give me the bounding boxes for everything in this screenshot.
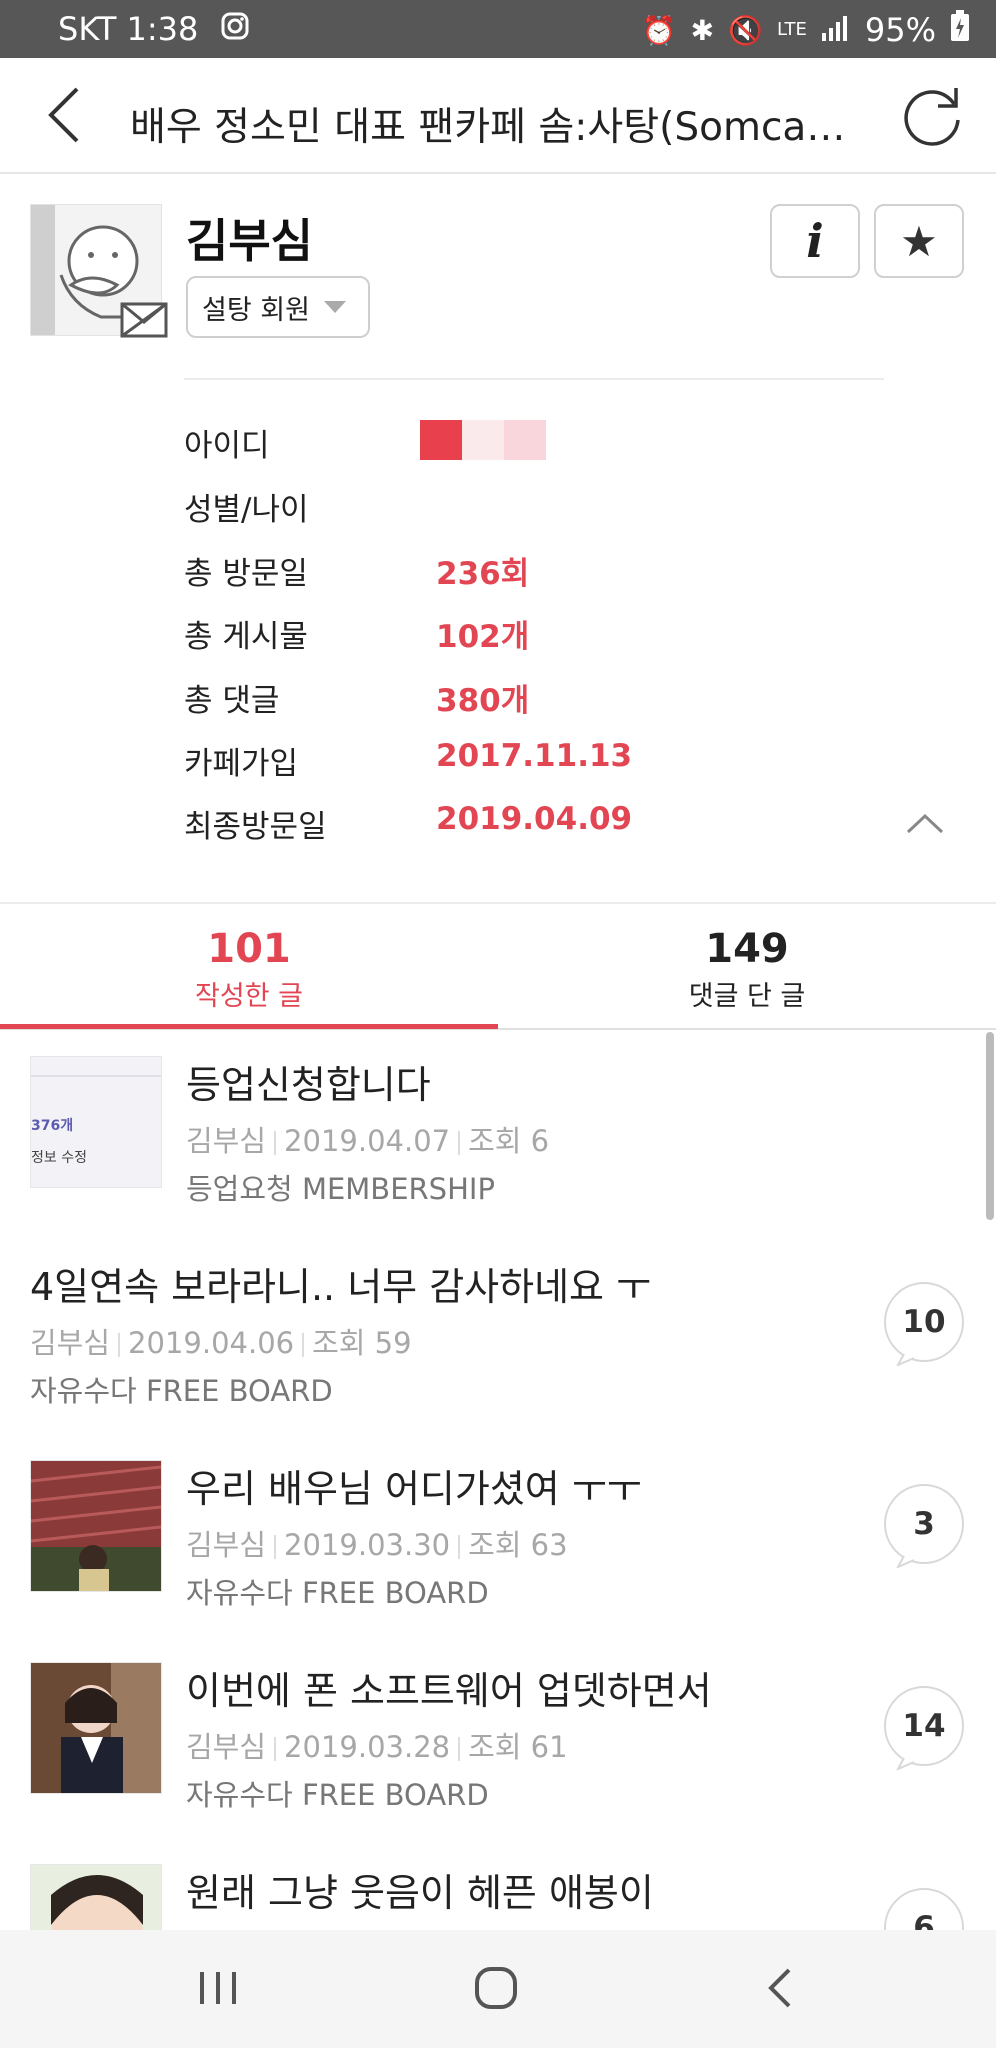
post-date: 2019.03.30 xyxy=(284,1528,451,1562)
post-board: 자유수다 FREE BOARD xyxy=(186,1778,489,1812)
comment-count-bubble[interactable]: 14 xyxy=(882,1686,966,1772)
tab-commented-posts[interactable]: 149 댓글 단 글 xyxy=(498,910,996,1026)
member-grade-label: 설탕 회원 xyxy=(202,294,310,326)
info-value-last-visit: 2019.04.09 xyxy=(436,801,633,837)
info-label-last-visit: 최종방문일 xyxy=(184,809,327,845)
divider xyxy=(184,378,884,380)
post-author: 김부심 xyxy=(186,1124,267,1158)
post-author: 김부심 xyxy=(30,1326,111,1360)
post-meta: 김부심 2019.04.07 조회 6 xyxy=(186,1118,549,1160)
post-meta: 김부심 2019.03.30 조회 63 xyxy=(186,1522,568,1564)
info-label-joined: 카페가입 xyxy=(184,746,299,782)
chevron-left-icon xyxy=(768,1968,791,2008)
info-value-posts: 102개 xyxy=(436,619,530,655)
post-date: 2019.03.28 xyxy=(284,1730,451,1764)
post-board: 등업요청 MEMBERSHIP xyxy=(186,1172,495,1206)
post-title: 등업신청합니다 xyxy=(186,1063,431,1107)
post-thumbnail xyxy=(30,1460,162,1592)
info-label-id: 아이디 xyxy=(184,428,270,464)
chevron-left-icon xyxy=(48,87,79,143)
caret-down-icon xyxy=(323,301,346,313)
info-value-comments: 380개 xyxy=(436,683,530,719)
post-meta: 김부심 2019.03.28 조회 61 xyxy=(186,1724,568,1766)
info-value-visits: 236회 xyxy=(436,556,530,592)
message-icon[interactable] xyxy=(118,298,170,342)
list-item[interactable]: 우리 배우님 어디가셨여 ㅜㅜ 김부심 2019.03.30 조회 63 자유수다 … xyxy=(0,1434,996,1638)
member-grade-dropdown[interactable]: 설탕 회원 xyxy=(186,276,370,338)
app-bar: 배우 정소민 대표 팬카페 솜:사탕(Somcandy) xyxy=(0,58,996,174)
tab-commented-posts-count: 149 xyxy=(705,926,789,972)
cafe-title: 배우 정소민 대표 팬카페 솜:사탕(Somcandy) xyxy=(130,105,870,150)
mute-icon: 🔇 xyxy=(728,13,763,47)
comment-count: 14 xyxy=(902,1708,946,1744)
info-label-gender-age: 성별/나이 xyxy=(184,492,309,528)
post-views: 조회 61 xyxy=(468,1730,568,1764)
home-icon xyxy=(475,1967,517,2009)
thumbnail-text: 정보 수정 xyxy=(31,1150,87,1166)
refresh-button[interactable] xyxy=(900,84,966,150)
info-value-joined: 2017.11.13 xyxy=(436,738,633,774)
info-button[interactable]: i xyxy=(770,204,860,278)
system-back-button[interactable] xyxy=(752,1960,808,2016)
battery-percent: 95% xyxy=(864,11,936,49)
post-board: 자유수다 FREE BOARD xyxy=(186,1576,489,1610)
info-label-visits: 총 방문일 xyxy=(184,556,308,592)
info-icon: i xyxy=(806,214,824,268)
post-board: 자유수다 FREE BOARD xyxy=(30,1374,333,1408)
post-title: 우리 배우님 어디가셨여 ㅜㅜ xyxy=(186,1467,642,1511)
post-meta: 김부심 2019.04.06 조회 59 xyxy=(30,1320,412,1362)
member-id-masked xyxy=(420,420,546,460)
refresh-icon xyxy=(904,88,960,146)
tab-written-posts-count: 101 xyxy=(207,926,291,972)
back-button[interactable] xyxy=(30,80,100,150)
post-views: 조회 6 xyxy=(468,1124,550,1158)
post-views: 조회 59 xyxy=(312,1326,412,1360)
post-date: 2019.04.07 xyxy=(284,1124,451,1158)
comment-count-bubble[interactable]: 10 xyxy=(882,1282,966,1368)
alarm-icon: ⏰ xyxy=(641,13,677,47)
list-item[interactable]: 376개 정보 수정 등업신청합니다 김부심 2019.04.07 조회 6 등업요… xyxy=(0,1030,996,1234)
carrier-time: SKT 1:38 xyxy=(58,10,199,48)
active-tab-indicator xyxy=(0,1024,498,1029)
favorite-button[interactable]: ★ xyxy=(874,204,964,278)
post-title: 이번에 폰 소프트웨어 업뎃하면서 xyxy=(186,1669,712,1713)
network-type: LTE xyxy=(776,19,807,40)
chevron-up-icon xyxy=(906,813,944,834)
post-views: 조회 63 xyxy=(468,1528,568,1562)
instagram-icon xyxy=(220,11,250,48)
info-label-posts: 총 게시물 xyxy=(184,619,308,655)
recent-apps-icon xyxy=(200,1972,236,2004)
post-title: 4일연속 보라라니.. 너무 감사하네요 ㅜ xyxy=(30,1265,652,1309)
post-title: 원래 그냥 웃음이 헤픈 애봉이 xyxy=(186,1871,654,1915)
tab-commented-posts-label: 댓글 단 글 xyxy=(688,981,806,1012)
system-nav-bar xyxy=(0,1930,996,2048)
recent-apps-button[interactable] xyxy=(190,1960,246,2016)
collapse-button[interactable] xyxy=(904,808,946,838)
home-button[interactable] xyxy=(468,1960,524,2016)
post-author: 김부심 xyxy=(186,1528,267,1562)
thumbnail-text: 376개 xyxy=(31,1118,74,1134)
info-label-comments: 총 댓글 xyxy=(184,683,280,719)
bluetooth-icon: ✱ xyxy=(690,13,715,47)
tab-written-posts[interactable]: 101 작성한 글 xyxy=(0,910,498,1026)
comment-count: 3 xyxy=(913,1506,935,1542)
status-bar: SKT 1:38 ⏰ ✱ 🔇 LTE 95% xyxy=(0,0,996,58)
star-icon: ★ xyxy=(900,216,938,266)
section-divider xyxy=(0,902,996,904)
tab-written-posts-label: 작성한 글 xyxy=(195,981,303,1012)
post-author: 김부심 xyxy=(186,1730,267,1764)
list-item[interactable]: 이번에 폰 소프트웨어 업뎃하면서 김부심 2019.03.28 조회 61 자유수… xyxy=(0,1636,996,1840)
list-item[interactable]: 4일연속 보라라니.. 너무 감사하네요 ㅜ 김부심 2019.04.06 조회 5… xyxy=(0,1232,996,1436)
post-date: 2019.04.06 xyxy=(128,1326,295,1360)
comment-count: 10 xyxy=(902,1304,946,1340)
member-name: 김부심 xyxy=(186,214,313,268)
post-thumbnail: 376개 정보 수정 xyxy=(30,1056,162,1188)
scrollbar[interactable] xyxy=(986,1032,994,1220)
signal-icon xyxy=(821,11,851,49)
comment-count-bubble[interactable]: 3 xyxy=(882,1484,966,1570)
battery-icon xyxy=(950,10,970,50)
post-thumbnail xyxy=(30,1662,162,1794)
